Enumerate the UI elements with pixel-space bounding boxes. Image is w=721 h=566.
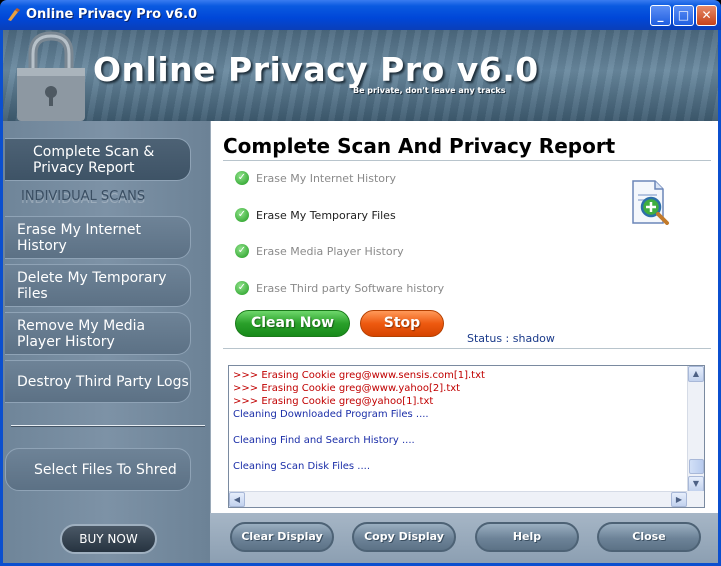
scroll-up-arrow-icon[interactable]: ▲	[688, 366, 704, 382]
close-window-button[interactable]: ✕	[696, 5, 717, 26]
banner: Online Privacy Pro v6.0 Be private, don'…	[3, 30, 718, 121]
page-title: Complete Scan And Privacy Report	[223, 134, 616, 158]
maximize-button[interactable]: □	[673, 5, 694, 26]
horizontal-scrollbar[interactable]: ◀ ▶	[229, 491, 687, 507]
sidebar-item-shred-files[interactable]: Select Files To Shred	[5, 448, 191, 491]
check-item-label: Erase My Temporary Files	[256, 208, 396, 222]
scroll-right-arrow-icon[interactable]: ▶	[671, 492, 687, 507]
sidebar-divider	[11, 425, 205, 427]
sidebar-item-delete-temporary-files[interactable]: Delete My Temporary Files	[5, 264, 191, 307]
help-button[interactable]: Help	[475, 522, 579, 552]
sidebar-item-label: Remove My Media Player History	[17, 317, 146, 350]
scroll-down-arrow-icon[interactable]: ▼	[688, 476, 704, 492]
scroll-left-arrow-icon[interactable]: ◀	[229, 492, 245, 507]
check-item-label: Erase Media Player History	[256, 244, 404, 258]
stop-button[interactable]: Stop	[360, 310, 444, 337]
check-item-third-party-history[interactable]: ✓ Erase Third party Software history	[235, 281, 444, 295]
check-item-internet-history[interactable]: ✓ Erase My Internet History	[235, 171, 396, 185]
sidebar-item-remove-media-history[interactable]: Remove My Media Player History	[5, 312, 191, 355]
main-panel: Complete Scan And Privacy Report ✓ Erase…	[210, 121, 718, 513]
sidebar-item-label: Complete Scan & Privacy Report	[33, 143, 155, 176]
log-display[interactable]: >>> Erasing Cookie greg@www.sensis.com[1…	[228, 365, 705, 508]
status-divider	[223, 348, 711, 349]
checkmark-icon: ✓	[235, 281, 249, 295]
view-report-icon[interactable]	[629, 179, 671, 225]
sidebar-item-complete-scan[interactable]: Complete Scan & Privacy Report	[5, 138, 191, 181]
sidebar-item-destroy-third-party-logs[interactable]: Destroy Third Party Logs	[5, 360, 191, 403]
banner-tagline: Be private, don't leave any tracks	[353, 86, 506, 95]
sidebar-item-label: Delete My Temporary Files	[17, 269, 167, 302]
individual-scans-heading: INDIVIDUAL SCANS	[21, 189, 146, 204]
scroll-corner	[687, 491, 704, 507]
buy-now-button[interactable]: BUY NOW	[60, 524, 157, 554]
sidebar-item-label: Erase My Internet History	[17, 221, 141, 254]
log-line: >>> Erasing Cookie greg@yahoo[1].txt	[233, 396, 434, 407]
check-item-media-player-history[interactable]: ✓ Erase Media Player History	[235, 244, 404, 258]
log-line: Cleaning Downloaded Program Files ....	[233, 409, 429, 420]
banner-title: Online Privacy Pro v6.0	[93, 50, 539, 89]
check-item-temporary-files[interactable]: ✓ Erase My Temporary Files	[235, 208, 396, 222]
checkmark-icon: ✓	[235, 244, 249, 258]
check-item-label: Erase Third party Software history	[256, 281, 445, 295]
clear-display-button[interactable]: Clear Display	[230, 522, 334, 552]
sidebar-item-label: Destroy Third Party Logs	[17, 373, 189, 390]
sidebar-item-label: Select Files To Shred	[34, 461, 177, 478]
checkmark-icon: ✓	[235, 171, 249, 185]
clean-now-button[interactable]: Clean Now	[235, 310, 350, 337]
title-bar[interactable]: Online Privacy Pro v6.0 _ □ ✕	[0, 0, 721, 30]
sidebar-item-erase-internet-history[interactable]: Erase My Internet History	[5, 216, 191, 259]
scroll-thumb[interactable]	[689, 459, 704, 474]
log-line: Cleaning Find and Search History ....	[233, 435, 415, 446]
status-text: Status : shadow	[467, 332, 555, 345]
app-icon	[8, 8, 20, 21]
minimize-button[interactable]: _	[650, 5, 671, 26]
bottom-toolbar: Clear Display Copy Display Help Close	[210, 513, 718, 563]
log-line: Cleaning Scan Disk Files ....	[233, 461, 371, 472]
log-line: >>> Erasing Cookie greg@www.sensis.com[1…	[233, 370, 485, 381]
window-title: Online Privacy Pro v6.0	[26, 7, 198, 22]
checkmark-icon: ✓	[235, 208, 249, 222]
title-divider	[223, 160, 711, 161]
padlock-icon	[17, 31, 85, 121]
log-line: >>> Erasing Cookie greg@www.yahoo[2].txt	[233, 383, 461, 394]
close-button[interactable]: Close	[597, 522, 701, 552]
copy-display-button[interactable]: Copy Display	[352, 522, 456, 552]
sidebar: Complete Scan & Privacy Report INDIVIDUA…	[3, 121, 210, 563]
check-item-label: Erase My Internet History	[256, 171, 397, 185]
vertical-scrollbar[interactable]: ▲ ▼	[687, 366, 704, 492]
